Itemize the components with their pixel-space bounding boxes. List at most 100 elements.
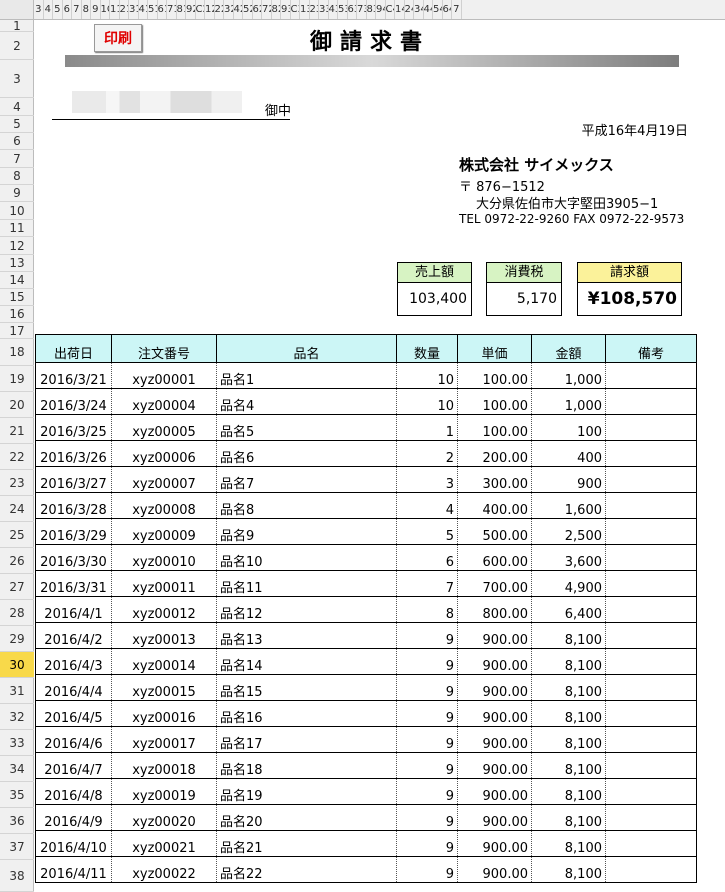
cell-ship-date[interactable]: 2016/3/31 [35,570,112,597]
column-header-cell[interactable]: 14 [395,0,405,19]
cell-amount[interactable]: 400 [531,440,606,467]
row-number[interactable]: 38 [0,860,34,892]
cell-order-number[interactable]: xyz00007 [111,466,217,493]
cell-item-name[interactable]: 品名8 [216,492,397,519]
cell-unit-price[interactable]: 900.00 [457,622,532,649]
cell-quantity[interactable]: 9 [396,726,458,753]
header-unit-price[interactable]: 単価 [457,334,532,363]
cell-quantity[interactable]: 9 [396,778,458,805]
cell-order-number[interactable]: xyz00018 [111,752,217,779]
cell-ship-date[interactable]: 2016/3/24 [35,388,112,415]
cell-unit-price[interactable]: 500.00 [457,518,532,545]
cell-amount[interactable]: 8,100 [531,674,606,701]
row-number[interactable]: 2 [0,32,34,60]
row-headers[interactable]: 1 2 3 4 5 6 7 8 9 10 11 12 13 14 15 16 17 18 19 20 21 22 23 24 2… [0,19,34,892]
cell-unit-price[interactable]: 900.00 [457,778,532,805]
cell-unit-price[interactable]: 100.00 [457,362,532,389]
column-header-cell[interactable]: 53 [338,0,348,19]
column-header-cell[interactable]: 51 [148,0,158,19]
row-number[interactable]: 32 [0,704,34,730]
cell-order-number[interactable]: xyz00014 [111,648,217,675]
row-number[interactable]: 1 [0,19,34,33]
cell-amount[interactable]: 3,600 [531,544,606,571]
row-number[interactable]: 37 [0,834,34,860]
column-header-cell[interactable]: 12 [205,0,215,19]
cell-quantity[interactable]: 6 [396,544,458,571]
header-order-number[interactable]: 注文番号 [111,334,217,363]
column-header-cell[interactable]: 11 [110,0,120,19]
column-header-cell[interactable]: 42 [234,0,243,19]
cell-order-number[interactable]: xyz00017 [111,726,217,753]
cell-order-number[interactable]: xyz00021 [111,830,217,857]
column-header-cell[interactable]: 3 [34,0,44,19]
cell-unit-price[interactable]: 100.00 [457,414,532,441]
cell-amount[interactable]: 2,500 [531,518,606,545]
cell-ship-date[interactable]: 2016/4/4 [35,674,112,701]
cell-order-number[interactable]: xyz00016 [111,700,217,727]
cell-ship-date[interactable]: 2016/3/21 [35,362,112,389]
header-amount[interactable]: 金額 [531,334,606,363]
cell-remarks[interactable] [605,830,697,857]
row-number[interactable]: 36 [0,808,34,834]
cell-remarks[interactable] [605,544,697,571]
row-number[interactable]: 25 [0,522,34,548]
cell-ship-date[interactable]: 2016/3/25 [35,414,112,441]
cell-item-name[interactable]: 品名9 [216,518,397,545]
column-header-cell[interactable]: 34 [414,0,424,19]
cell-quantity[interactable]: 9 [396,700,458,727]
cell-order-number[interactable]: xyz00012 [111,596,217,623]
cell-item-name[interactable]: 品名10 [216,544,397,571]
cell-amount[interactable]: 8,100 [531,830,606,857]
row-number[interactable]: 6 [0,133,34,150]
column-header-cell[interactable]: 93 [281,0,291,19]
header-remarks[interactable]: 備考 [605,334,697,363]
cell-ship-date[interactable]: 2016/4/9 [35,804,112,831]
cell-unit-price[interactable]: 900.00 [457,830,532,857]
row-number[interactable]: 13 [0,255,34,272]
cell-unit-price[interactable]: 800.00 [457,596,532,623]
row-number[interactable]: 5 [0,116,34,133]
cell-order-number[interactable]: xyz00009 [111,518,217,545]
cell-item-name[interactable]: 品名6 [216,440,397,467]
cell-amount[interactable]: 1,600 [531,492,606,519]
column-header-cell[interactable]: 31 [129,0,139,19]
cell-amount[interactable]: 6,400 [531,596,606,623]
row-number[interactable]: 28 [0,600,34,626]
row-number[interactable]: 23 [0,470,34,496]
column-header-cell[interactable]: 33 [319,0,329,19]
cell-order-number[interactable]: xyz00020 [111,804,217,831]
row-number[interactable]: 27 [0,574,34,600]
cell-amount[interactable]: 8,100 [531,752,606,779]
cell-unit-price[interactable]: 900.00 [457,674,532,701]
cell-unit-price[interactable]: 100.00 [457,388,532,415]
cell-item-name[interactable]: 品名15 [216,674,397,701]
cell-amount[interactable]: 8,100 [531,622,606,649]
cell-amount[interactable]: 1,000 [531,388,606,415]
column-header-cell[interactable]: 72 [262,0,272,19]
cell-item-name[interactable]: 品名19 [216,778,397,805]
column-header-cell[interactable]: 22 [215,0,224,19]
cell-order-number[interactable]: xyz00001 [111,362,217,389]
column-header-cell[interactable]: 81 [177,0,186,19]
cell-ship-date[interactable]: 2016/4/3 [35,648,112,675]
cell-quantity[interactable]: 9 [396,830,458,857]
column-header-cell[interactable]: 92 [186,0,196,19]
column-header-cell[interactable]: 7 [452,0,462,19]
row-number[interactable]: 24 [0,496,34,522]
cell-order-number[interactable]: xyz00004 [111,388,217,415]
cell-item-name[interactable]: 品名21 [216,830,397,857]
row-number[interactable]: 20 [0,392,34,418]
column-header-cell[interactable]: 21 [120,0,129,19]
row-number[interactable]: 18 [0,339,34,366]
column-header-cell[interactable]: 6 [63,0,72,19]
cell-ship-date[interactable]: 2016/4/6 [35,726,112,753]
column-header-cell[interactable]: C4 [386,0,395,19]
cell-ship-date[interactable]: 2016/4/7 [35,752,112,779]
cell-order-number[interactable]: xyz00008 [111,492,217,519]
cell-unit-price[interactable]: 300.00 [457,466,532,493]
column-header-cell[interactable]: 5 [53,0,63,19]
cell-amount[interactable]: 8,100 [531,856,606,883]
cell-item-name[interactable]: 品名17 [216,726,397,753]
header-item-name[interactable]: 品名 [216,334,397,363]
column-header-cell[interactable]: 61 [158,0,167,19]
